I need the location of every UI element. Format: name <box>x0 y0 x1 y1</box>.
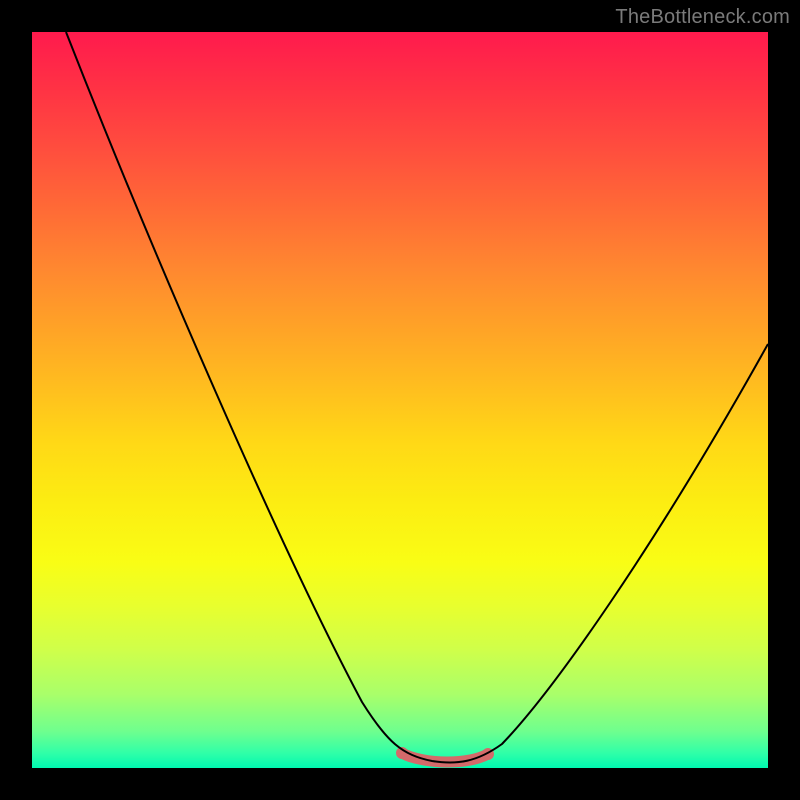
bottleneck-curve-svg <box>32 32 768 768</box>
chart-frame: TheBottleneck.com <box>0 0 800 800</box>
bottleneck-mismatch-line <box>66 32 768 763</box>
credit-watermark: TheBottleneck.com <box>615 6 790 29</box>
gradient-plot-area <box>32 32 768 768</box>
